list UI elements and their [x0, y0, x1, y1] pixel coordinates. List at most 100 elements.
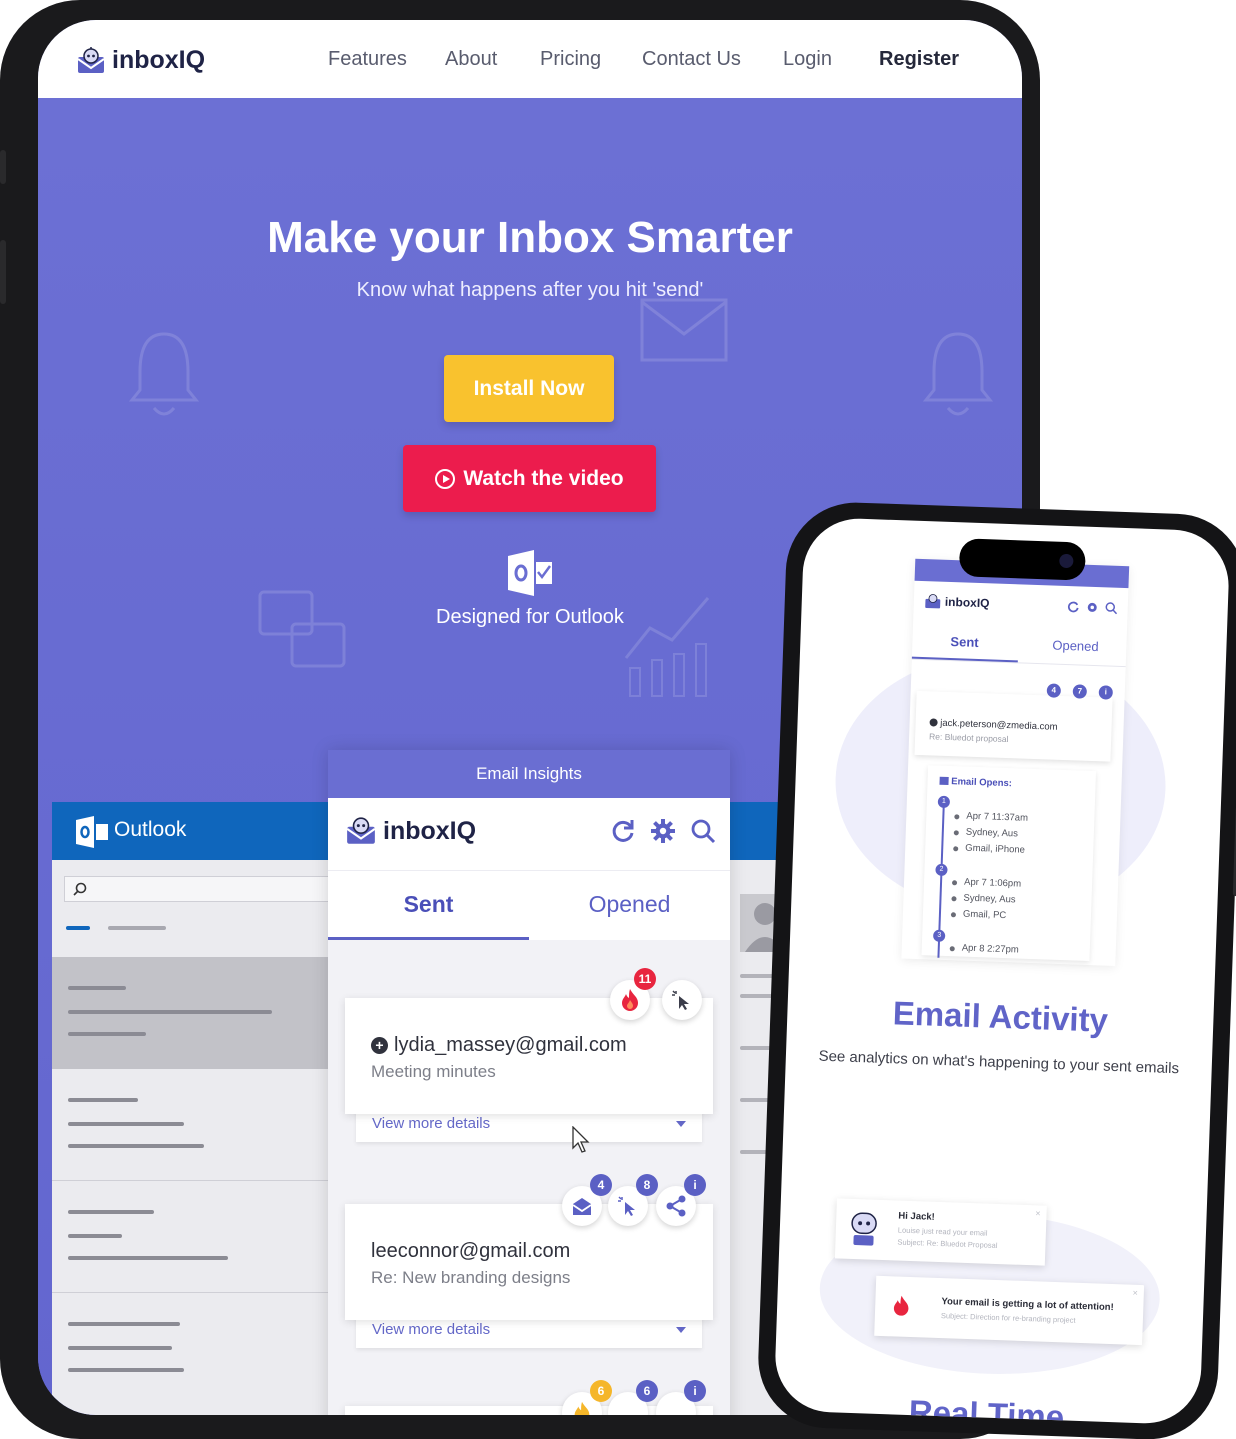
view-more-label: View more details	[372, 1321, 491, 1338]
mini-tab-sent[interactable]: Sent	[950, 634, 979, 650]
placeholder-line	[68, 1210, 154, 1214]
opens-bubble[interactable]: 4	[562, 1174, 612, 1226]
email-card[interactable]: leeconnor@gmail.com Re: New branding des…	[345, 1204, 713, 1320]
timeline-step: 3	[932, 929, 946, 942]
placeholder-line	[68, 1010, 272, 1014]
clicks-bubble[interactable]	[662, 980, 702, 1020]
count-badge: 6	[636, 1380, 658, 1402]
notification-line: Subject: Re: Bluedot Proposal	[897, 1237, 998, 1251]
mini-brand: inboxIQ	[924, 593, 990, 611]
timeline-step: 2	[935, 863, 948, 877]
close-icon[interactable]: ×	[1132, 1288, 1138, 1298]
mini-toolbar-icons	[1067, 600, 1118, 615]
panel-header: Email Insights	[328, 750, 730, 798]
plus-circle-icon[interactable]: +	[371, 1037, 388, 1054]
cursor-click-icon	[618, 1196, 635, 1216]
notification-title: Hi Jack!	[898, 1210, 935, 1223]
nav-register[interactable]: Register	[879, 48, 959, 71]
plus-circle-icon	[929, 718, 938, 728]
robot-mail-icon	[77, 46, 105, 73]
email-address: leeconnor@gmail.com	[371, 1240, 570, 1263]
placeholder-line	[68, 1098, 138, 1102]
outlook-divider	[52, 1180, 332, 1181]
outlook-divider	[52, 1292, 332, 1293]
placeholder-line	[68, 1322, 180, 1326]
count-badge: 11	[634, 968, 656, 990]
placeholder-line	[68, 1368, 184, 1372]
gear-icon[interactable]	[1086, 601, 1099, 614]
outlook-tab-active[interactable]	[66, 926, 90, 930]
panel-toolbar-icons	[610, 818, 716, 844]
count-badge: 8	[636, 1174, 658, 1196]
envelope-icon	[640, 298, 728, 362]
clicks-bubble[interactable]: 8	[608, 1174, 658, 1226]
hot-email-bubble[interactable]: 11	[610, 968, 656, 1020]
time-dot-icon	[949, 946, 955, 952]
notification-card[interactable]: Hi Jack! Louise just read your email Sub…	[834, 1198, 1047, 1266]
email-opens-panel: Email Opens: 1 Apr 7 11:37am Sydney, Aus…	[921, 765, 1097, 962]
open-location: Sydney, Aus	[965, 826, 1019, 840]
watch-video-label: Watch the video	[463, 466, 624, 490]
mini-email-subject: Re: Bluedot proposal	[928, 731, 1009, 745]
email-card[interactable]: + lydia_massey@gmail.com Meeting minutes	[345, 998, 713, 1114]
refresh-icon[interactable]	[1067, 600, 1080, 613]
notification-card[interactable]: Your email is getting a lot of attention…	[874, 1275, 1145, 1346]
robot-mail-icon	[346, 817, 376, 844]
tab-opened[interactable]: Opened	[529, 891, 730, 918]
panel-tabs: Sent Opened	[328, 870, 730, 940]
tab-sent[interactable]: Sent	[328, 891, 529, 918]
mini-tab-divider	[911, 658, 1126, 668]
watch-video-button[interactable]: Watch the video	[403, 445, 656, 512]
mini-tab-opened[interactable]: Opened	[1052, 638, 1099, 655]
mini-brand-name: inboxIQ	[944, 594, 990, 611]
growth-chart-icon	[624, 597, 710, 697]
email-address-text: lydia_massey@gmail.com	[394, 1034, 627, 1056]
refresh-icon[interactable]	[610, 818, 636, 844]
robot-icon	[851, 1212, 877, 1246]
tab-indicator	[328, 937, 529, 940]
mini-insights-panel: inboxIQ Sent Opened jack.peterson@zmedia…	[901, 558, 1130, 966]
outlook-tab[interactable]	[108, 926, 166, 930]
nav-contact[interactable]: Contact Us	[642, 48, 741, 71]
email-opens-label: Email Opens:	[951, 776, 1013, 790]
count-badge: 4	[590, 1174, 612, 1196]
search-icon[interactable]	[1105, 601, 1118, 615]
mouse-cursor-icon	[572, 1126, 590, 1153]
time-dot-icon	[951, 880, 958, 886]
nav-features[interactable]: Features	[328, 48, 407, 71]
mini-email-card[interactable]: jack.peterson@zmedia.com Re: Bluedot pro…	[914, 690, 1113, 762]
shares-bubble[interactable]: i	[656, 1174, 706, 1226]
close-icon[interactable]: ×	[1035, 1208, 1041, 1218]
robot-mail-icon	[925, 594, 941, 609]
phone-screen: inboxIQ Sent Opened jack.peterson@zmedia…	[773, 516, 1231, 1426]
tablet-side-button	[0, 150, 6, 184]
nav-about[interactable]: About	[445, 48, 497, 71]
location-icon	[953, 830, 959, 836]
open-time: Apr 8 2:27pm	[961, 942, 1019, 956]
placeholder-line	[68, 1234, 122, 1238]
outlook-title: Outlook	[114, 818, 187, 841]
search-icon[interactable]	[690, 818, 716, 844]
nav-login[interactable]: Login	[783, 48, 832, 71]
dynamic-island	[958, 538, 1086, 581]
hot-email-bubble[interactable]: 6	[562, 1380, 612, 1415]
email-subject: Meeting minutes	[371, 1062, 496, 1081]
shares-bubble[interactable]: i	[656, 1380, 706, 1415]
email-activity-title: Email Activity	[892, 994, 1109, 1039]
gear-icon[interactable]	[650, 818, 676, 844]
panel-toolbar: inboxIQ	[328, 798, 730, 870]
panel-brand-name: inboxIQ	[383, 816, 477, 845]
nav-pricing[interactable]: Pricing	[540, 48, 601, 71]
time-dot-icon	[954, 814, 960, 820]
email-insights-panel: Email Insights inboxIQ Sent Opened View …	[328, 750, 730, 1415]
brand-logo[interactable]: inboxIQ	[76, 46, 205, 75]
open-envelope-icon	[939, 777, 949, 786]
install-now-button[interactable]: Install Now	[444, 355, 614, 422]
timeline-step: 1	[937, 795, 951, 809]
clicks-bubble[interactable]: 6	[608, 1380, 658, 1415]
fire-icon	[622, 989, 638, 1011]
outlook-search-input[interactable]	[64, 876, 334, 902]
placeholder-line	[68, 1346, 172, 1350]
share-icon	[666, 1195, 686, 1217]
mini-email-text: jack.peterson@zmedia.com	[940, 717, 1058, 733]
